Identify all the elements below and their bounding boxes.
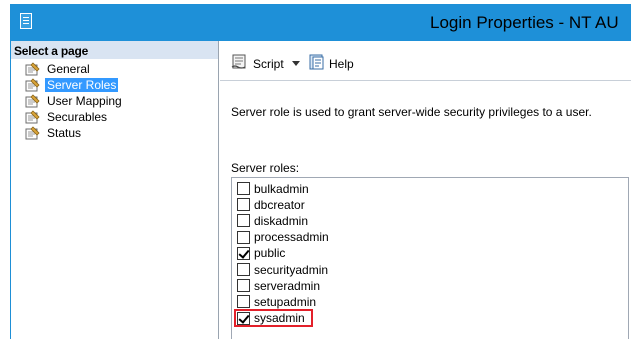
role-checkbox-securityadmin[interactable] — [237, 263, 250, 276]
title-bar[interactable]: Login Properties - NT AU — [11, 5, 631, 41]
role-checkbox-processadmin[interactable] — [237, 230, 250, 244]
page-selector-pane: Select a page General Server Roles User Ma… — [11, 41, 219, 339]
role-row-diskadmin[interactable]: diskadmin — [237, 213, 308, 228]
window-app-icon — [20, 13, 32, 29]
page-item-label: Server Roles — [45, 78, 119, 92]
page-item-label: Status — [47, 126, 82, 140]
page-item-securables[interactable]: Securables — [25, 109, 122, 125]
role-label: diskadmin — [254, 213, 309, 228]
role-checkbox-diskadmin[interactable] — [237, 214, 250, 228]
role-row-public[interactable]: public — [237, 246, 285, 261]
page-item-general[interactable]: General — [25, 61, 122, 77]
script-button[interactable]: Script — [231, 54, 284, 73]
page-item-status[interactable]: Status — [25, 125, 122, 141]
help-button-label: Help — [329, 56, 354, 71]
page-item-server-roles[interactable]: Server Roles — [25, 77, 122, 93]
role-checkbox-serveradmin[interactable] — [237, 279, 250, 293]
server-role-description: Server role is used to grant server-wide… — [231, 105, 592, 119]
script-button-label: Script — [253, 56, 284, 71]
role-row-serveradmin[interactable]: serveradmin — [237, 278, 320, 293]
role-checkbox-setupadmin[interactable] — [237, 295, 250, 309]
role-row-processadmin[interactable]: processadmin — [237, 230, 329, 245]
role-row-securityadmin[interactable]: securityadmin — [237, 262, 328, 277]
select-page-header: Select a page — [11, 41, 218, 59]
window-title: Login Properties - NT AU — [430, 13, 619, 32]
login-properties-window: Login Properties - NT AU Select a page G… — [10, 4, 631, 339]
page-item-label: Securables — [47, 110, 108, 124]
role-label: securityadmin — [254, 262, 329, 277]
script-icon — [231, 54, 249, 73]
content-pane: Script Help Server role is used to grant… — [220, 41, 631, 339]
role-row-setupadmin[interactable]: setupadmin — [237, 294, 316, 309]
toolbar: Script Help — [220, 41, 631, 81]
wrench-page-icon — [25, 62, 41, 76]
wrench-page-icon — [25, 110, 41, 124]
role-row-dbcreator[interactable]: dbcreator — [237, 197, 305, 212]
page-item-label: User Mapping — [47, 94, 122, 108]
sysadmin-highlight-box — [234, 308, 313, 327]
wrench-page-icon — [25, 94, 41, 108]
role-label: dbcreator — [254, 197, 305, 212]
server-roles-list[interactable]: bulkadmin dbcreator diskadmin processadmin p… — [231, 177, 629, 339]
script-dropdown-arrow-icon[interactable] — [292, 61, 300, 66]
page-list: General Server Roles User Mapping Securable… — [25, 61, 122, 141]
role-checkbox-dbcreator[interactable] — [237, 198, 250, 212]
role-row-bulkadmin[interactable]: bulkadmin — [237, 181, 309, 196]
role-label: setupadmin — [254, 294, 317, 309]
role-label: serveradmin — [254, 278, 321, 293]
role-label: processadmin — [254, 230, 329, 245]
help-icon — [309, 54, 325, 73]
help-button[interactable]: Help — [309, 54, 354, 73]
page-item-user-mapping[interactable]: User Mapping — [25, 93, 122, 109]
role-label: bulkadmin — [254, 181, 309, 196]
wrench-page-icon — [25, 126, 41, 140]
role-checkbox-bulkadmin[interactable] — [237, 182, 250, 195]
server-roles-label: Server roles: — [231, 161, 300, 175]
page-item-label: General — [47, 62, 90, 76]
wrench-page-icon — [25, 78, 41, 92]
role-checkbox-public[interactable] — [237, 246, 250, 260]
role-label: public — [254, 246, 286, 261]
